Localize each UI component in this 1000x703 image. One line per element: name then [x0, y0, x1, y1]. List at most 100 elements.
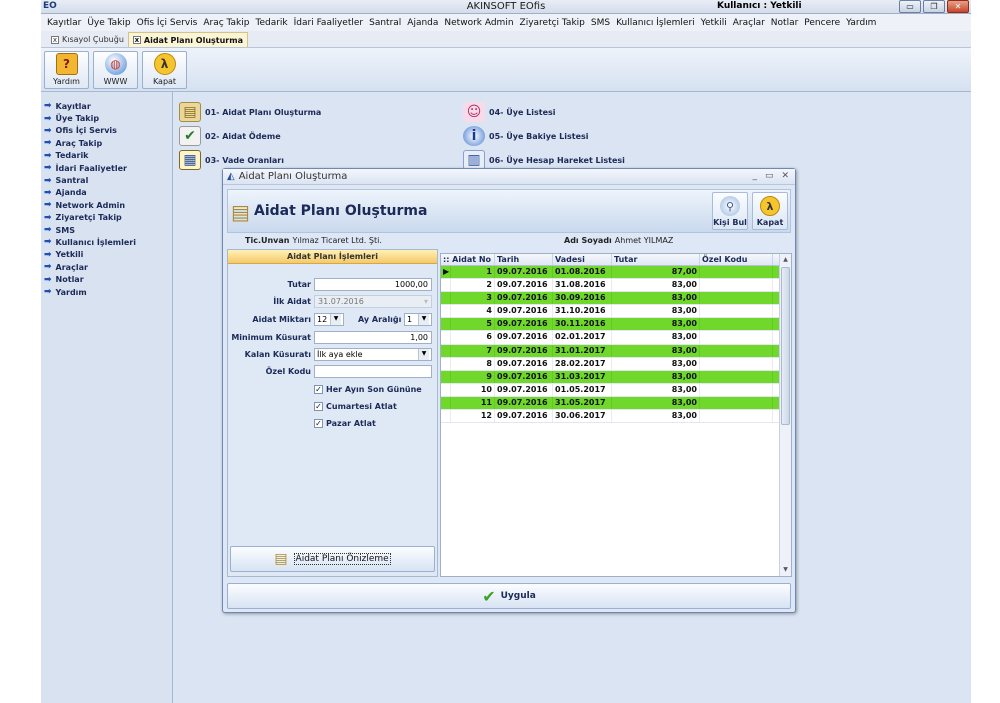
- menu-item[interactable]: Kullanıcı İşlemleri: [616, 18, 700, 28]
- column-header-amount[interactable]: Tutar: [612, 254, 700, 265]
- menu-item[interactable]: Yetkili: [701, 18, 732, 28]
- menu-item[interactable]: Ofis İçi Servis: [137, 18, 203, 28]
- exit-icon: λ: [760, 196, 780, 216]
- close-button[interactable]: ✕: [947, 0, 969, 13]
- shortcut-dues-payment[interactable]: ✔ 02- Aidat Ödeme: [179, 126, 281, 146]
- shortcut-due-rates[interactable]: ▦ 03- Vade Oranları: [179, 150, 284, 170]
- tab-dues-plan[interactable]: x Aidat Planı Oluşturma: [127, 32, 248, 47]
- arrow-right-icon: ➡: [44, 287, 52, 298]
- sidebar-item[interactable]: ➡ Üye Takip: [41, 112, 172, 124]
- scroll-down-icon[interactable]: ▼: [780, 564, 791, 576]
- min-remainder-field[interactable]: 1,00: [314, 331, 432, 344]
- cell-special-code: [700, 266, 773, 279]
- menu-item[interactable]: İdari Faaliyetler: [294, 18, 368, 28]
- exit-button[interactable]: λ Kapat: [142, 51, 187, 89]
- menu-item[interactable]: Araç Takip: [203, 18, 254, 28]
- checkmark-icon[interactable]: ✓: [314, 402, 323, 411]
- sidebar-item-label: Network Admin: [55, 200, 126, 210]
- sidebar-item[interactable]: ➡ Santral: [41, 174, 172, 186]
- sidebar-item[interactable]: ➡ Notlar: [41, 273, 172, 285]
- column-header-no[interactable]: :: Aidat No: [441, 254, 495, 265]
- menu-item[interactable]: Araçlar: [733, 18, 770, 28]
- sidebar-item[interactable]: ➡ Kullanıcı İşlemleri: [41, 236, 172, 248]
- scroll-up-icon[interactable]: ▲: [780, 254, 791, 266]
- menu-item[interactable]: Pencere: [804, 18, 845, 28]
- menu-item[interactable]: Ziyaretçi Takip: [520, 18, 590, 28]
- menu-item[interactable]: Notlar: [771, 18, 803, 28]
- table-row[interactable]: 9 09.07.2016 31.03.2017 83,00: [441, 370, 791, 384]
- table-row[interactable]: 5 09.07.2016 30.11.2016 83,00: [441, 318, 791, 332]
- sidebar-item[interactable]: ➡ Ofis İçi Servis: [41, 125, 172, 137]
- month-interval-select[interactable]: 1 ▼: [404, 313, 432, 326]
- skip-saturday-checkbox[interactable]: ✓ Cumartesi Atlat: [314, 402, 397, 411]
- menu-item[interactable]: Santral: [369, 18, 406, 28]
- table-row[interactable]: 6 09.07.2016 02.01.2017 83,00: [441, 331, 791, 345]
- table-row[interactable]: 3 09.07.2016 30.09.2016 83,00: [441, 292, 791, 306]
- remainder-mode-select[interactable]: İlk aya ekle ▼: [314, 348, 432, 361]
- shortcut-dues-plan[interactable]: ▤ 01- Aidat Planı Oluşturma: [179, 102, 321, 122]
- table-row[interactable]: 11 09.07.2016 31.05.2017 83,00: [441, 396, 791, 411]
- www-button[interactable]: ◍ WWW: [93, 51, 138, 89]
- menu-item[interactable]: Ajanda: [407, 18, 443, 28]
- sidebar-item[interactable]: ➡ Araç Takip: [41, 137, 172, 149]
- shortcut-account-movements[interactable]: ▥ 06- Üye Hesap Hareket Listesi: [463, 150, 625, 170]
- installment-count-select[interactable]: 12 ▼: [314, 313, 344, 326]
- cell-special-code: [700, 410, 773, 423]
- minimize-button[interactable]: ▭: [899, 0, 921, 13]
- table-row[interactable]: 2 09.07.2016 31.08.2016 83,00: [441, 279, 791, 293]
- dialog-maximize-button[interactable]: ▭: [765, 171, 774, 181]
- table-row[interactable]: ▶ 1 09.07.2016 01.08.2016 87,00: [441, 266, 791, 280]
- special-code-field[interactable]: [314, 365, 432, 378]
- preview-button[interactable]: ▤ Aidat Planı Önizleme: [230, 546, 435, 572]
- dialog-close-button[interactable]: ✕: [781, 171, 789, 181]
- menu-item[interactable]: SMS: [591, 18, 615, 28]
- table-row[interactable]: 7 09.07.2016 31.01.2017 83,00: [441, 344, 791, 358]
- checkmark-icon: ✔: [482, 586, 496, 606]
- sidebar-item[interactable]: ➡ Araçlar: [41, 261, 172, 273]
- column-header-special-code[interactable]: Özel Kodu: [700, 254, 773, 265]
- dues-grid[interactable]: :: Aidat No Tarih Vadesi Tutar Özel Kodu…: [440, 253, 792, 577]
- menu-item[interactable]: Kayıtlar: [47, 18, 86, 28]
- document-check-icon: ✔: [179, 126, 201, 146]
- menu-item[interactable]: Network Admin: [444, 18, 518, 28]
- grid-scrollbar[interactable]: ▲ ▼: [779, 254, 791, 576]
- menu-item[interactable]: Yardım: [846, 18, 881, 28]
- sidebar-item[interactable]: ➡ Tedarik: [41, 150, 172, 162]
- shortcut-member-list[interactable]: ☺ 04- Üye Listesi: [463, 102, 556, 122]
- checkmark-icon[interactable]: ✓: [314, 419, 323, 428]
- sidebar-item[interactable]: ➡ İdari Faaliyetler: [41, 162, 172, 174]
- table-row[interactable]: 4 09.07.2016 31.10.2016 83,00: [441, 305, 791, 319]
- sidebar-item[interactable]: ➡ Ziyaretçi Takip: [41, 212, 172, 224]
- table-row[interactable]: 8 09.07.2016 28.02.2017 83,00: [441, 357, 791, 371]
- restore-button[interactable]: ❐: [923, 0, 945, 13]
- sidebar-item[interactable]: ➡ Yardım: [41, 286, 172, 298]
- table-row[interactable]: 10 09.07.2016 01.05.2017 83,00: [441, 383, 791, 397]
- amount-field[interactable]: 1000,00: [314, 278, 432, 291]
- sidebar-item[interactable]: ➡ Yetkili: [41, 249, 172, 261]
- dialog-exit-button[interactable]: λ Kapat: [752, 192, 788, 230]
- close-icon[interactable]: x: [132, 36, 141, 44]
- scroll-thumb[interactable]: [781, 267, 790, 425]
- column-header-date[interactable]: Tarih: [495, 254, 553, 265]
- close-icon[interactable]: x: [51, 35, 59, 44]
- skip-sunday-checkbox[interactable]: ✓ Pazar Atlat: [314, 419, 376, 428]
- menu-item[interactable]: Üye Takip: [87, 18, 135, 28]
- help-button[interactable]: ? Yardım: [44, 51, 89, 89]
- shortcut-member-balance[interactable]: i 05- Üye Bakiye Listesi: [463, 126, 589, 146]
- last-day-checkbox[interactable]: ✓ Her Ayın Son Gününe: [314, 385, 422, 394]
- sidebar-item[interactable]: ➡ Ajanda: [41, 187, 172, 199]
- column-header-due[interactable]: Vadesi: [553, 254, 612, 265]
- sidebar-item[interactable]: ➡ SMS: [41, 224, 172, 236]
- sidebar-item[interactable]: ➡ Network Admin: [41, 199, 172, 211]
- menu-item[interactable]: Tedarik: [255, 18, 292, 28]
- sidebar-item-label: İdari Faaliyetler: [55, 163, 127, 173]
- dialog-minimize-button[interactable]: _: [752, 171, 757, 181]
- sidebar-item[interactable]: ➡ Kayıtlar: [41, 100, 172, 112]
- checkmark-icon[interactable]: ✓: [314, 385, 323, 394]
- tab-shortcut-bar[interactable]: x Kısayol Çubuğu: [47, 32, 128, 47]
- cell-special-code: [700, 292, 773, 305]
- apply-button[interactable]: ✔ Uygula: [227, 583, 791, 609]
- find-person-button[interactable]: ⚲ Kişi Bul: [712, 192, 748, 230]
- cell-due: 01.08.2016: [553, 266, 612, 279]
- table-row[interactable]: 12 09.07.2016 30.06.2017 83,00: [441, 410, 791, 424]
